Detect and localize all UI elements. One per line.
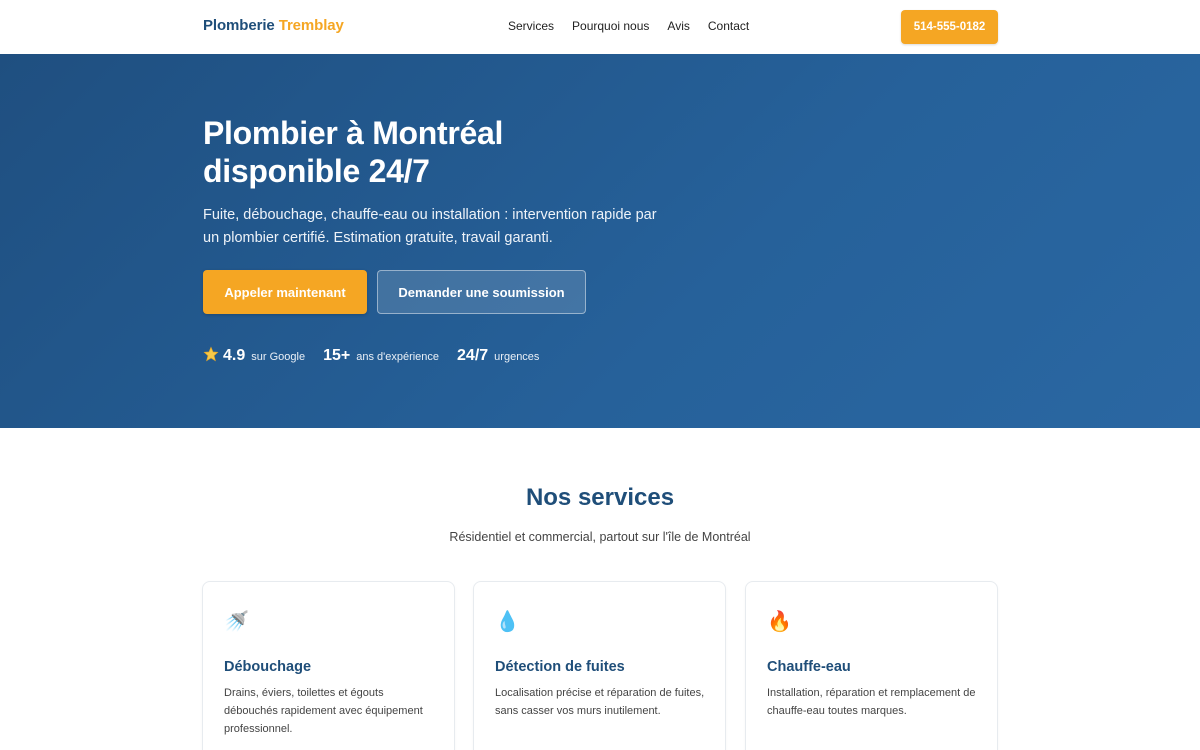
service-card-chauffe-eau[interactable]: 🔥 Chauffe-eau Installation, réparation e…: [745, 581, 998, 750]
stat-experience: 15+ ans d'expérience: [323, 347, 439, 365]
star-icon: [203, 346, 219, 362]
service-card-text: Localisation précise et réparation de fu…: [495, 687, 705, 717]
stat-emergency: 24/7 urgences: [457, 347, 539, 365]
stat-experience-number: 15+: [323, 347, 351, 364]
request-quote-button[interactable]: Demander une soumission: [377, 270, 586, 314]
shower-icon: 🚿: [224, 611, 249, 633]
main-nav: Services Pourquoi nous Avis Contact: [508, 19, 749, 33]
service-card-text: Installation, réparation et remplacement…: [767, 687, 976, 717]
service-card-debouchage[interactable]: 🚿 Débouchage Drains, éviers, toilettes e…: [202, 581, 455, 750]
nav-link-pourquoi-nous[interactable]: Pourquoi nous: [572, 19, 649, 33]
hero-stats: 4.9 sur Google 15+ ans d'expérience 24/7…: [203, 344, 539, 365]
stat-rating-number: 4.9: [223, 347, 246, 364]
nav-link-services[interactable]: Services: [508, 19, 554, 33]
hero-section: Plombier à Montréal disponible 24/7 Fuit…: [0, 54, 1200, 428]
service-card-detection-fuites[interactable]: 💧 Détection de fuites Localisation préci…: [473, 581, 726, 750]
logo-text-tremblay: Tremblay: [278, 17, 344, 34]
service-card-title: Chauffe-eau: [767, 659, 851, 675]
service-card-title: Débouchage: [224, 659, 312, 675]
service-card-text: Drains, éviers, toilettes et égouts débo…: [224, 687, 423, 735]
stat-rating-value: 4.9: [203, 344, 245, 365]
stat-rating: 4.9 sur Google: [203, 344, 305, 365]
call-now-button[interactable]: Appeler maintenant: [203, 270, 367, 314]
stat-experience-label: ans d'expérience: [356, 351, 440, 363]
header-phone-button[interactable]: 514-555-0182: [901, 10, 998, 44]
nav-link-avis[interactable]: Avis: [667, 19, 689, 33]
site-logo[interactable]: Plomberie Tremblay: [203, 17, 344, 34]
site-header: Plomberie Tremblay Services Pourquoi nou…: [0, 0, 1200, 54]
logo-text-plomberie: Plomberie: [203, 17, 275, 34]
services-subtitle: Résidentiel et commercial, partout sur l…: [449, 530, 751, 544]
services-title: Nos services: [525, 484, 675, 511]
stat-emergency-number: 24/7: [457, 347, 489, 364]
stat-rating-label: sur Google: [251, 351, 306, 363]
hero-title: Plombier à Montréal disponible 24/7: [203, 115, 504, 189]
water-drop-icon: 💧: [495, 611, 520, 633]
hero-lead: Fuite, débouchage, chauffe-eau ou instal…: [203, 207, 657, 246]
nav-link-contact[interactable]: Contact: [708, 19, 749, 33]
stat-emergency-label: urgences: [494, 351, 540, 363]
service-card-title: Détection de fuites: [495, 659, 625, 675]
fire-icon: 🔥: [767, 611, 792, 633]
